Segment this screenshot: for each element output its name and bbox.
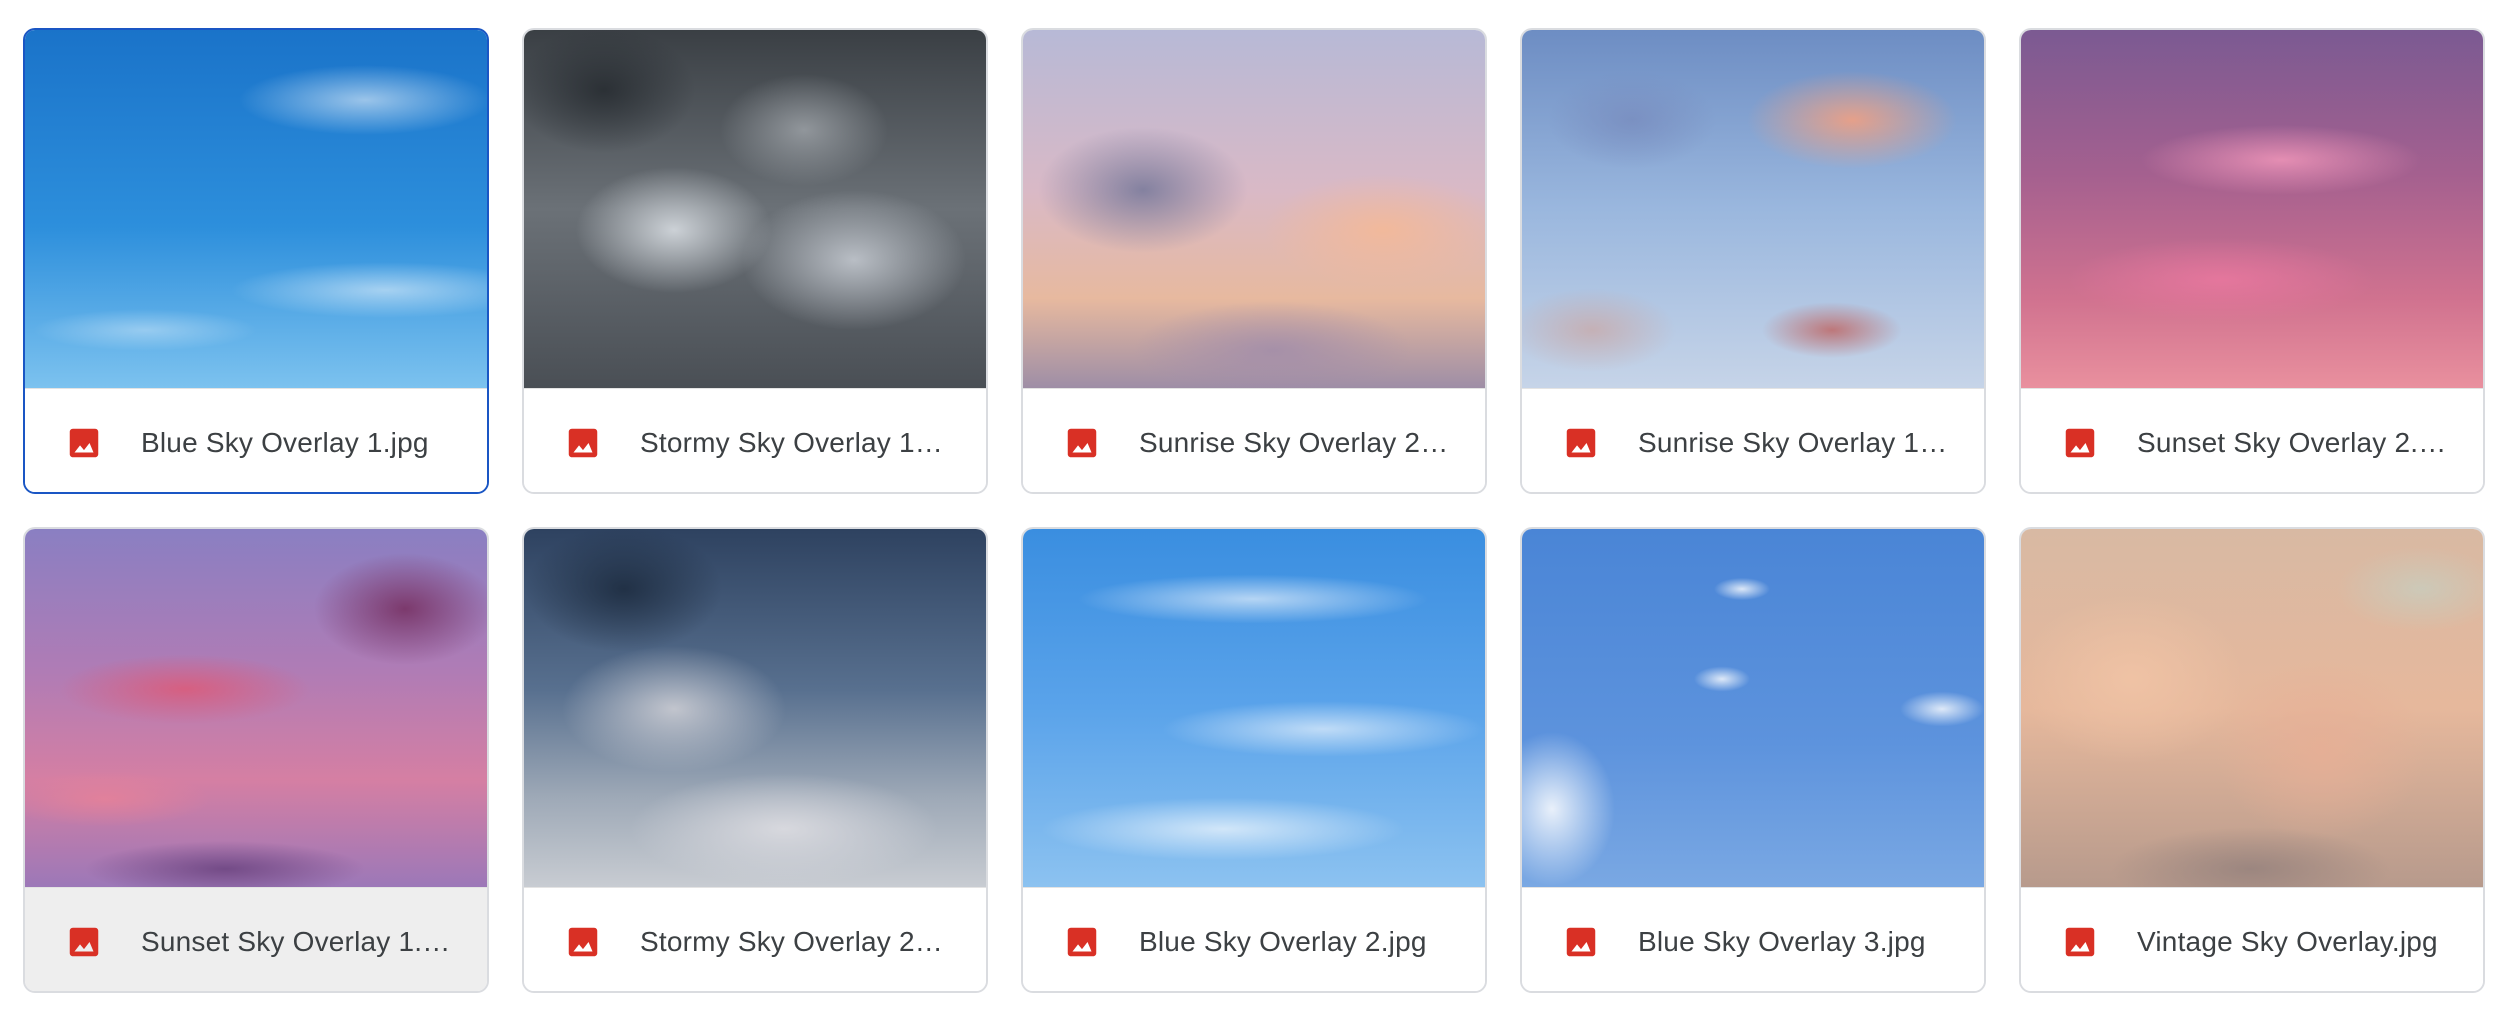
file-thumbnail <box>25 30 487 388</box>
file-name: Vintage Sky Overlay.jpg <box>2137 925 2438 957</box>
file-thumbnail <box>2021 30 2483 388</box>
file-card[interactable]: Sunset Sky Overlay 2.jpg <box>2019 28 2485 494</box>
file-card[interactable]: Stormy Sky Overlay 2.jpg <box>522 527 988 993</box>
file-card-footer: Stormy Sky Overlay 1.jpg <box>524 388 986 492</box>
file-card-footer: Stormy Sky Overlay 2.jpg <box>524 887 986 991</box>
file-name: Sunrise Sky Overlay 1.jpg <box>1638 426 1948 458</box>
image-file-icon <box>1067 927 1097 956</box>
file-card[interactable]: Blue Sky Overlay 2.jpg <box>1021 527 1487 993</box>
file-card[interactable]: Stormy Sky Overlay 1.jpg <box>522 28 988 494</box>
file-thumbnail <box>2021 529 2483 887</box>
file-name: Stormy Sky Overlay 1.jpg <box>640 426 950 458</box>
file-card-footer: Sunrise Sky Overlay 2.jpg <box>1023 388 1485 492</box>
file-card-footer: Vintage Sky Overlay.jpg <box>2021 887 2483 991</box>
file-card[interactable]: Vintage Sky Overlay.jpg <box>2019 527 2485 993</box>
file-card-footer: Blue Sky Overlay 2.jpg <box>1023 887 1485 991</box>
file-name: Sunrise Sky Overlay 2.jpg <box>1139 426 1449 458</box>
image-file-icon <box>2065 428 2095 457</box>
file-card-footer: Blue Sky Overlay 1.jpg <box>25 388 487 492</box>
image-file-icon <box>568 428 598 457</box>
file-card[interactable]: Blue Sky Overlay 1.jpg <box>23 28 489 494</box>
file-name: Sunset Sky Overlay 1.jpg <box>141 925 451 957</box>
image-file-icon <box>2065 927 2095 956</box>
image-file-icon <box>69 428 99 457</box>
image-file-icon <box>568 927 598 956</box>
file-card[interactable]: Sunset Sky Overlay 1.jpg <box>23 527 489 993</box>
image-file-icon <box>1566 428 1596 457</box>
file-name: Sunset Sky Overlay 2.jpg <box>2137 426 2447 458</box>
file-card-footer: Blue Sky Overlay 3.jpg <box>1522 887 1984 991</box>
image-file-icon <box>1566 927 1596 956</box>
file-thumbnail <box>524 529 986 887</box>
file-name: Blue Sky Overlay 3.jpg <box>1638 925 1926 957</box>
file-card-footer: Sunset Sky Overlay 2.jpg <box>2021 388 2483 492</box>
file-card[interactable]: Blue Sky Overlay 3.jpg <box>1520 527 1986 993</box>
file-thumbnail <box>1023 30 1485 388</box>
file-grid: Blue Sky Overlay 1.jpg Stormy Sky Overla… <box>0 0 2516 1030</box>
file-thumbnail <box>1522 529 1984 887</box>
file-card[interactable]: Sunrise Sky Overlay 1.jpg <box>1520 28 1986 494</box>
file-thumbnail <box>25 529 487 887</box>
file-name: Blue Sky Overlay 1.jpg <box>141 426 429 458</box>
file-card-footer: Sunset Sky Overlay 1.jpg <box>25 887 487 991</box>
file-name: Stormy Sky Overlay 2.jpg <box>640 925 950 957</box>
image-file-icon <box>1067 428 1097 457</box>
file-thumbnail <box>524 30 986 388</box>
file-thumbnail <box>1023 529 1485 887</box>
file-name: Blue Sky Overlay 2.jpg <box>1139 925 1427 957</box>
image-file-icon <box>69 927 99 956</box>
file-card-footer: Sunrise Sky Overlay 1.jpg <box>1522 388 1984 492</box>
file-thumbnail <box>1522 30 1984 388</box>
file-card[interactable]: Sunrise Sky Overlay 2.jpg <box>1021 28 1487 494</box>
